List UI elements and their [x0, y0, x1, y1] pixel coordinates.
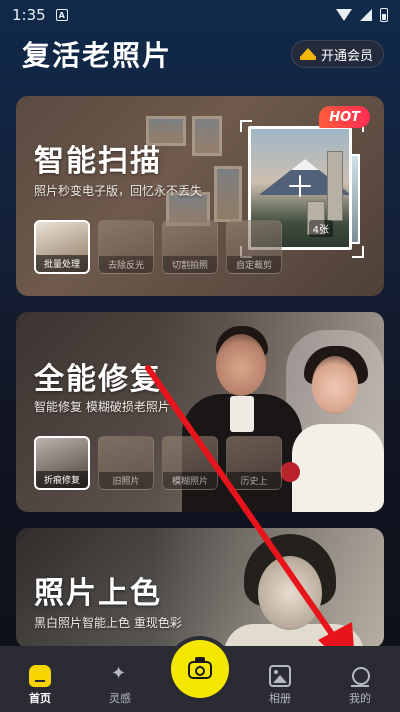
sparkle-icon: [109, 663, 131, 687]
notification-icon: A: [55, 9, 68, 21]
vip-button[interactable]: 开通会员: [290, 40, 384, 68]
repair-thumb-blur[interactable]: 模糊照片: [162, 436, 218, 490]
scan-subtitle: 照片秒变电子版，回忆永不丢失: [34, 184, 203, 198]
colorize-card[interactable]: 照片上色 黑白照片智能上色 重现色彩: [16, 528, 384, 648]
nav-camera: [160, 640, 240, 706]
crown-icon: [299, 48, 316, 60]
home-icon: [29, 665, 51, 687]
groom-shirt: [230, 396, 254, 432]
hot-badge: HOT: [319, 106, 370, 128]
nav-inspiration-label: 灵感: [109, 692, 131, 705]
portrait-face: [258, 556, 322, 630]
nav-home[interactable]: 首页: [0, 665, 80, 706]
nav-mine[interactable]: 我的: [320, 665, 400, 706]
thumb-label: 历史上: [227, 472, 281, 489]
vip-label: 开通会员: [320, 48, 373, 64]
status-time: 1:35: [12, 6, 46, 24]
thumb-label: 批量处理: [36, 255, 88, 272]
app-header: 复活老照片 开通会员: [22, 34, 384, 74]
wall-frame-decoration: [214, 166, 242, 222]
nav-mine-label: 我的: [349, 692, 371, 705]
scan-thumb-batch[interactable]: 批量处理: [34, 220, 90, 274]
wifi-icon: [336, 9, 352, 21]
repair-thumb-history[interactable]: 历史上: [226, 436, 282, 490]
status-indicators: [336, 8, 388, 22]
plus-icon: [289, 175, 311, 197]
nav-album-label: 相册: [269, 692, 291, 705]
camera-icon: [188, 657, 212, 681]
repair-subtitle: 智能修复 模糊破损老照片: [34, 400, 170, 414]
bride-dress: [292, 424, 384, 512]
thumb-label: 旧照片: [99, 472, 153, 489]
scan-thumb-cut[interactable]: 切割拍照: [162, 220, 218, 274]
smart-scan-card[interactable]: 智能扫描 照片秒变电子版，回忆永不丢失 4张 HOT 批量处理 去除反光 切割拍…: [16, 96, 384, 296]
nav-inspiration[interactable]: 灵感: [80, 663, 160, 706]
mountain-snow-shape: [291, 159, 319, 170]
repair-thumbnail-row: 折痕修复 旧照片 模糊照片 历史上: [34, 436, 282, 490]
portrait-photo: [154, 528, 384, 648]
camera-button[interactable]: [171, 640, 229, 698]
repair-thumb-crease[interactable]: 折痕修复: [34, 436, 90, 490]
thumb-label: 模糊照片: [163, 472, 217, 489]
bride-face: [312, 356, 358, 414]
photo-repair-card[interactable]: 全能修复 智能修复 模糊破损老照片 折痕修复 旧照片 模糊照片 历史上: [16, 312, 384, 512]
nav-home-label: 首页: [29, 692, 51, 705]
scan-thumb-glare[interactable]: 去除反光: [98, 220, 154, 274]
profile-icon: [349, 665, 371, 687]
status-bar: 1:35 A: [0, 0, 400, 30]
signal-icon: [360, 9, 372, 21]
thumb-label: 自定裁剪: [227, 256, 281, 273]
photo-count: 4张: [308, 220, 333, 237]
building-shape: [327, 151, 343, 221]
colorize-title: 照片上色: [34, 576, 162, 611]
scan-corner-bracket: [352, 246, 364, 258]
album-icon: [269, 665, 291, 687]
scan-title: 智能扫描: [34, 144, 162, 179]
thumb-label: 切割拍照: [163, 256, 217, 273]
scan-thumb-crop[interactable]: 自定裁剪: [226, 220, 282, 274]
bottom-nav: 首页 灵感 相册 我的: [0, 640, 400, 712]
scan-thumbnail-row: 批量处理 去除反光 切割拍照 自定裁剪: [34, 220, 282, 274]
thumb-label: 去除反光: [99, 256, 153, 273]
corsage-flower: [280, 462, 300, 482]
wall-frame-decoration: [192, 116, 222, 156]
app-title: 复活老照片: [22, 39, 173, 72]
colorize-subtitle: 黑白照片智能上色 重现色彩: [34, 616, 182, 630]
scan-corner-bracket: [240, 120, 252, 132]
nav-album[interactable]: 相册: [240, 665, 320, 706]
repair-thumb-old[interactable]: 旧照片: [98, 436, 154, 490]
groom-face: [216, 334, 266, 396]
battery-icon: [380, 8, 388, 22]
thumb-label: 折痕修复: [36, 471, 88, 488]
repair-title: 全能修复: [34, 362, 162, 397]
